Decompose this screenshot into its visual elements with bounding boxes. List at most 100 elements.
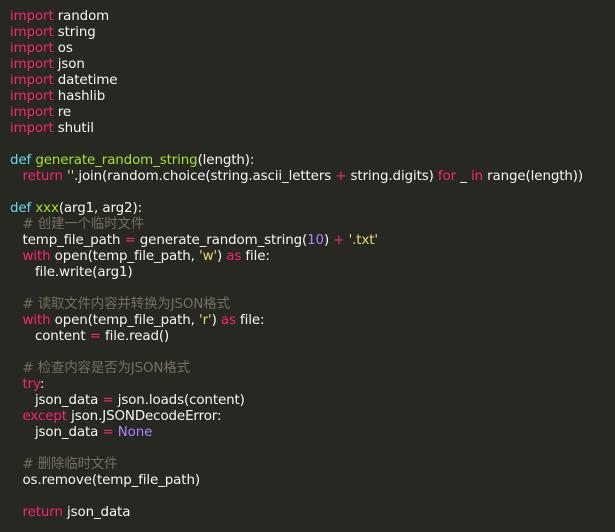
code-token-kw: import bbox=[10, 25, 54, 40]
code-token-pl: file: bbox=[241, 249, 270, 264]
code-line[interactable]: import json bbox=[10, 57, 615, 73]
code-token-pl: string.digits) bbox=[346, 169, 438, 184]
code-line[interactable]: json_data = json.loads(content) bbox=[10, 393, 615, 409]
code-editor[interactable]: import random import string import os impor… bbox=[0, 0, 615, 532]
code-line[interactable]: import random bbox=[10, 9, 615, 25]
code-token-op: + bbox=[335, 169, 347, 184]
code-token-op: = bbox=[102, 393, 114, 408]
code-token-kw: import bbox=[10, 41, 54, 56]
code-token-pl: ) bbox=[211, 313, 221, 328]
code-token-pl: json_data bbox=[10, 425, 103, 440]
code-token-pl: ) bbox=[217, 249, 227, 264]
code-token-kw2: def bbox=[10, 201, 32, 216]
code-line[interactable]: def generate_random_string(length): bbox=[10, 153, 615, 169]
code-token-cm: # 删除临时文件 bbox=[22, 457, 118, 472]
code-line[interactable]: import os bbox=[10, 41, 615, 57]
code-token-pl: hashlib bbox=[53, 89, 106, 104]
code-line[interactable]: import hashlib bbox=[10, 89, 615, 105]
code-line[interactable]: return ''.join(random.choice(string.asci… bbox=[10, 169, 615, 185]
code-line[interactable]: except json.JSONDecodeError: bbox=[10, 409, 615, 425]
code-line[interactable]: temp_file_path = generate_random_string(… bbox=[10, 233, 615, 249]
code-line[interactable]: # 删除临时文件 bbox=[10, 457, 615, 473]
code-token-pl: json.loads(content) bbox=[113, 393, 245, 408]
code-token-kw: import bbox=[10, 73, 54, 88]
code-line[interactable]: # 检查内容是否为JSON格式 bbox=[10, 361, 615, 377]
code-token-pl: shutil bbox=[53, 121, 94, 136]
code-token-pl: json_data bbox=[62, 505, 131, 520]
code-token-kw: import bbox=[10, 89, 54, 104]
code-token-op: + bbox=[333, 233, 345, 248]
code-token-pl: datetime bbox=[53, 73, 118, 88]
code-token-pl: random bbox=[53, 9, 110, 24]
code-token-pl: range(length)) bbox=[482, 169, 584, 184]
code-line[interactable]: def xxx(arg1, arg2): bbox=[10, 201, 615, 217]
code-token-pl: content bbox=[10, 329, 90, 344]
code-line[interactable]: import string bbox=[10, 25, 615, 41]
code-token-pl: open(temp_file_path, bbox=[50, 313, 199, 328]
code-token-pl: .join(random.choice(string.ascii_letters bbox=[74, 169, 336, 184]
code-line[interactable] bbox=[10, 345, 615, 361]
code-token-kw: import bbox=[10, 9, 54, 24]
code-line[interactable]: json_data = None bbox=[10, 425, 615, 441]
code-line[interactable]: try: bbox=[10, 377, 615, 393]
code-token-num: 10 bbox=[307, 233, 324, 248]
code-token-pl: file.read() bbox=[100, 329, 170, 344]
code-line[interactable]: file.write(arg1) bbox=[10, 265, 615, 281]
code-line[interactable] bbox=[10, 185, 615, 201]
code-token-kw: return bbox=[22, 505, 63, 520]
code-token-fn: xxx bbox=[35, 201, 59, 216]
code-token-str: 'w' bbox=[198, 249, 217, 264]
code-line[interactable]: import datetime bbox=[10, 73, 615, 89]
code-token-pl: (arg1, arg2): bbox=[58, 201, 142, 216]
code-line[interactable] bbox=[10, 489, 615, 505]
code-token-kw: import bbox=[10, 57, 54, 72]
code-line[interactable] bbox=[10, 441, 615, 457]
code-token-pl: re bbox=[53, 105, 72, 120]
code-token-kw: as bbox=[220, 313, 236, 328]
code-token-str: '.txt' bbox=[348, 233, 379, 248]
code-token-pl: string bbox=[53, 25, 96, 40]
code-token-kw: import bbox=[10, 121, 54, 136]
code-token-cm: # 检查内容是否为JSON格式 bbox=[22, 361, 190, 376]
code-token-pl: os.remove(temp_file_path) bbox=[10, 473, 200, 488]
code-token-pl: ) bbox=[323, 233, 334, 248]
code-line[interactable]: return json_data bbox=[10, 505, 615, 521]
code-token-pl: (length): bbox=[197, 153, 255, 168]
code-token-kw: with bbox=[22, 249, 51, 264]
code-line[interactable]: import re bbox=[10, 105, 615, 121]
code-token-kw: with bbox=[22, 313, 51, 328]
code-line[interactable]: # 创建一个临时文件 bbox=[10, 217, 615, 233]
code-token-cm: # 创建一个临时文件 bbox=[22, 217, 145, 232]
code-token-cm: # 读取文件内容并转换为JSON格式 bbox=[22, 297, 230, 312]
code-token-str: 'r' bbox=[198, 313, 212, 328]
code-line[interactable]: import shutil bbox=[10, 121, 615, 137]
code-token-fn: generate_random_string bbox=[35, 153, 198, 168]
code-token-pl: json.JSONDecodeError: bbox=[66, 409, 222, 424]
code-token-pl: file: bbox=[235, 313, 265, 328]
code-line[interactable] bbox=[10, 137, 615, 153]
code-line[interactable] bbox=[10, 281, 615, 297]
code-token-kw2: def bbox=[10, 153, 32, 168]
code-token-kw: for bbox=[437, 169, 457, 184]
code-token-pl: _ bbox=[456, 169, 471, 184]
code-token-pl: os bbox=[53, 41, 73, 56]
code-line[interactable]: # 读取文件内容并转换为JSON格式 bbox=[10, 297, 615, 313]
code-token-pl: file.write(arg1) bbox=[10, 265, 133, 280]
code-line[interactable]: content = file.read() bbox=[10, 329, 615, 345]
code-token-pl: json bbox=[53, 57, 85, 72]
code-token-num: None bbox=[117, 425, 153, 440]
code-line[interactable]: with open(temp_file_path, 'r') as file: bbox=[10, 313, 615, 329]
code-line[interactable]: os.remove(temp_file_path) bbox=[10, 473, 615, 489]
code-token-op: = bbox=[89, 329, 101, 344]
code-token-pl: json_data bbox=[10, 393, 103, 408]
code-line[interactable]: with open(temp_file_path, 'w') as file: bbox=[10, 249, 615, 265]
